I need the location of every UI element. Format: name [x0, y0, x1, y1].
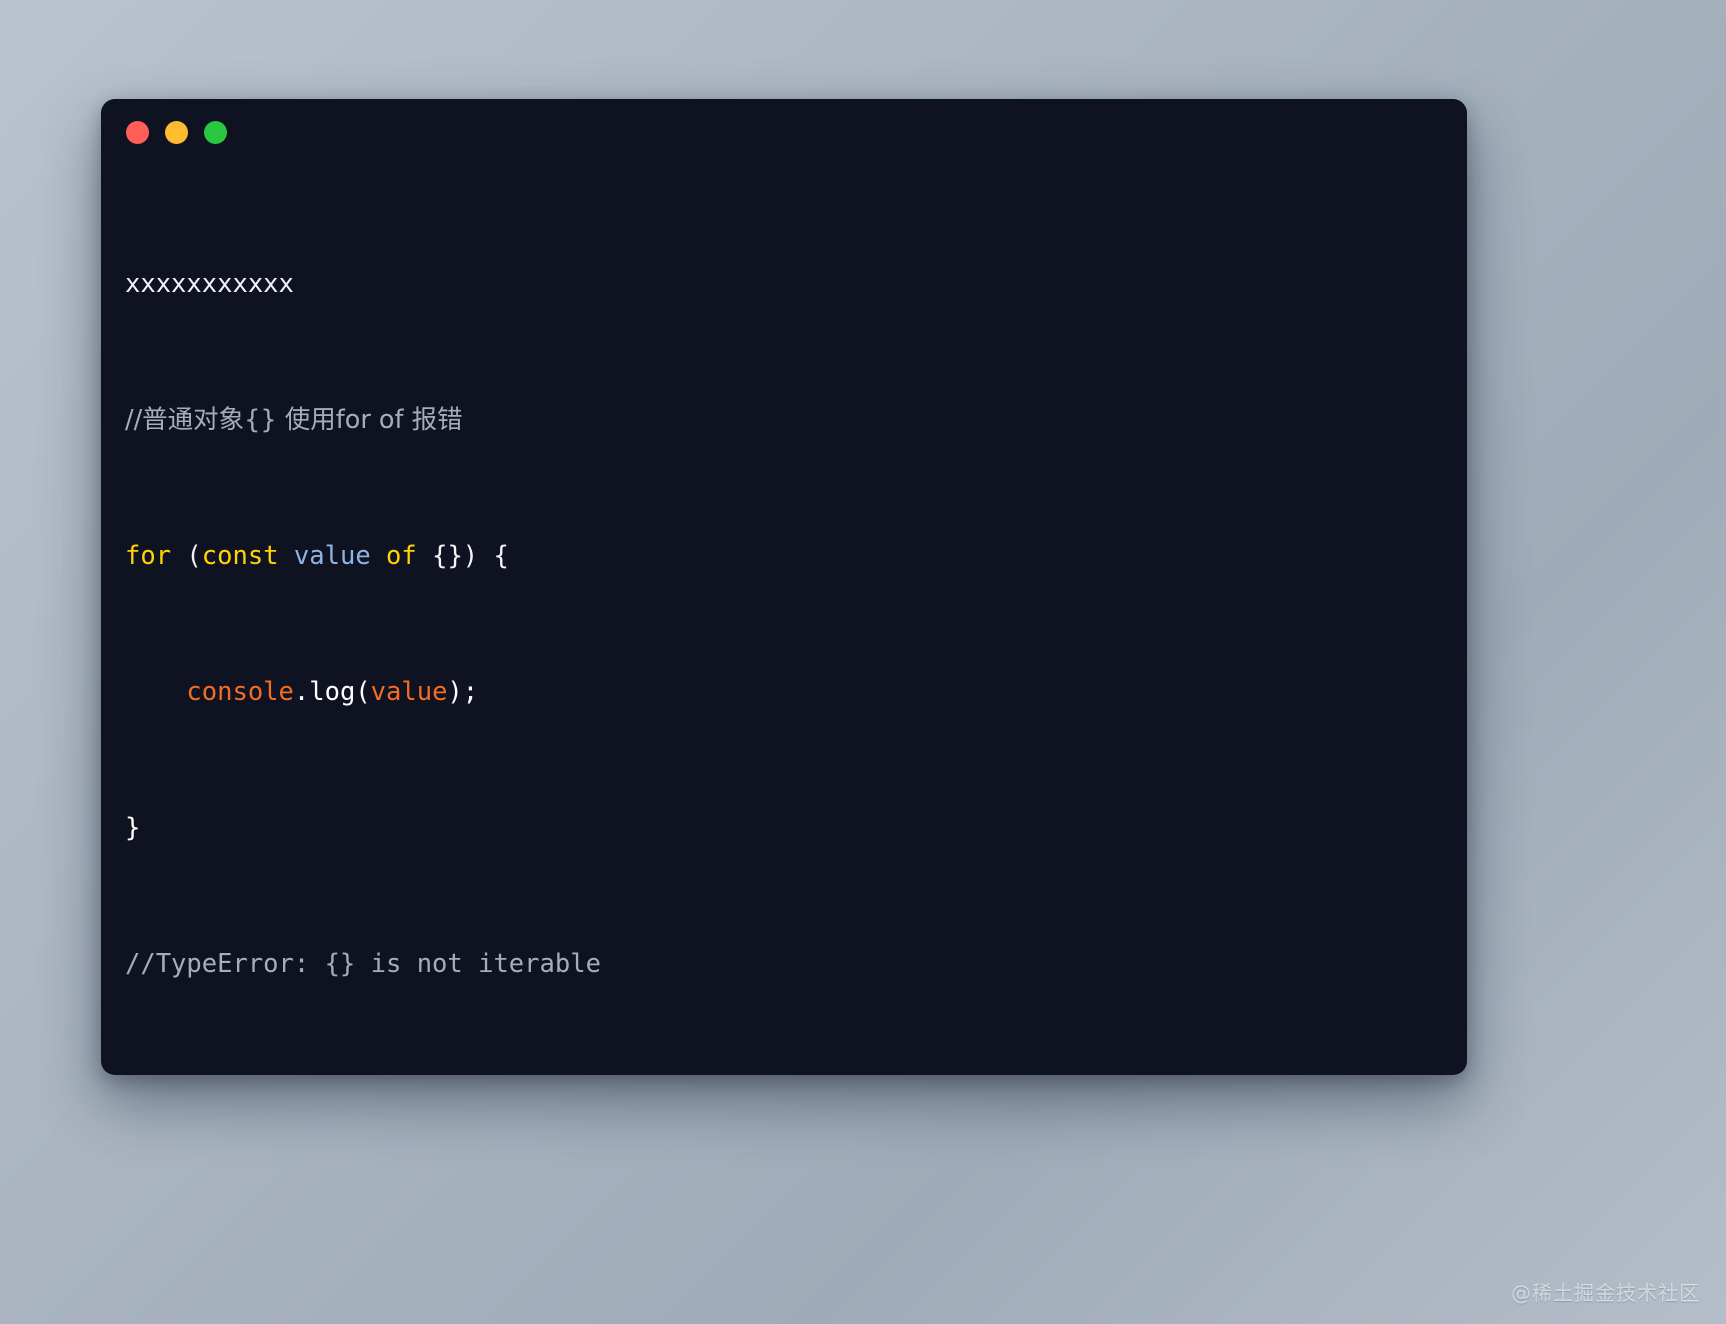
code-token-comment: //普通对象{} 使用for of 报错: [125, 405, 463, 435]
code-token: );: [447, 677, 479, 707]
code-token-keyword: const: [201, 541, 279, 571]
code-token-object: console: [186, 677, 294, 707]
traffic-lights: [126, 120, 227, 144]
code-token: xxxxxxxxxxx: [125, 269, 294, 299]
maximize-window-icon[interactable]: [204, 120, 227, 144]
minimize-window-icon[interactable]: [165, 120, 188, 144]
code-token: .log(: [293, 677, 371, 707]
close-window-icon[interactable]: [126, 120, 149, 144]
code-line-2: //普通对象{} 使用for of 报错: [125, 403, 1467, 437]
code-token: (: [171, 541, 202, 571]
code-line-3: for (const value of {}) {: [125, 539, 1467, 573]
code-line-6: //TypeError: {} is not iterable: [125, 947, 1467, 981]
code-editor[interactable]: xxxxxxxxxxx //普通对象{} 使用for of 报错 for (co…: [101, 165, 1467, 1075]
code-line-5: }: [125, 811, 1467, 845]
code-token-keyword: of: [386, 541, 417, 571]
code-line-1: xxxxxxxxxxx: [125, 267, 1467, 301]
code-line-4: console.log(value);: [125, 675, 1467, 709]
code-token-variable: value: [370, 677, 448, 707]
code-token: {}) {: [416, 541, 509, 571]
code-token-keyword: for: [125, 541, 172, 571]
window-titlebar: [101, 99, 1467, 165]
code-token: }: [125, 813, 141, 843]
code-window: xxxxxxxxxxx //普通对象{} 使用for of 报错 for (co…: [101, 99, 1467, 1075]
watermark: @稀土掘金技术社区: [1511, 1281, 1700, 1305]
code-token-comment: //TypeError: {} is not iterable: [125, 949, 601, 979]
code-token-variable: value: [293, 541, 371, 571]
